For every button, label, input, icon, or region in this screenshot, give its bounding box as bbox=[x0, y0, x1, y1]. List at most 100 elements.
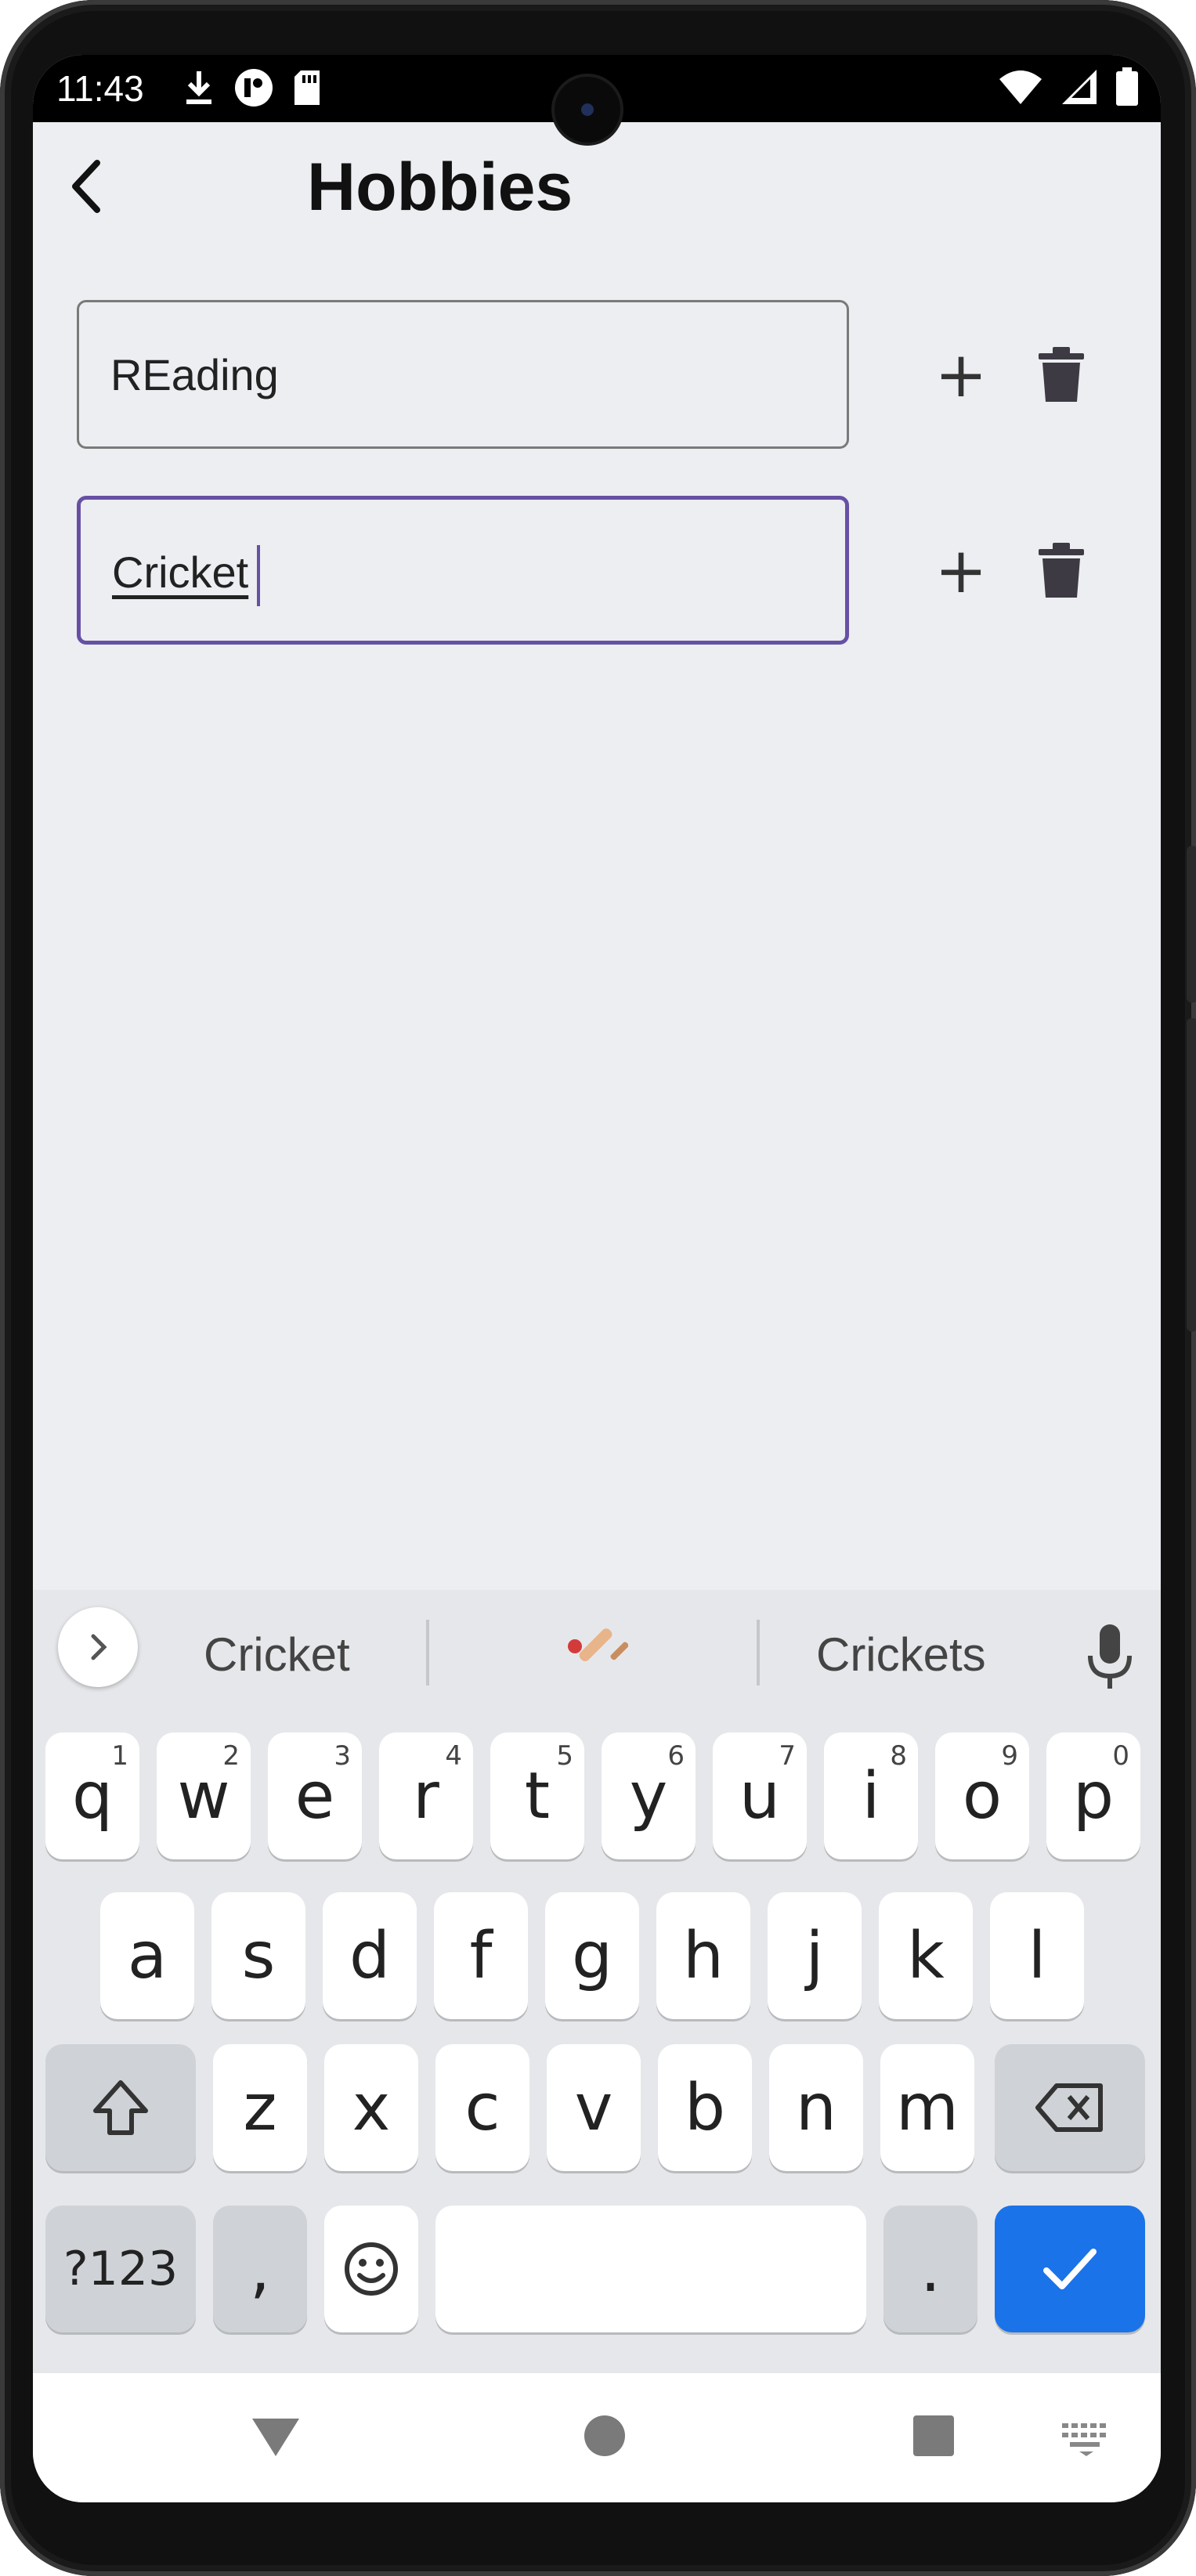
key-x[interactable]: x bbox=[324, 2044, 418, 2171]
key-label: u bbox=[739, 1758, 780, 1834]
key-hint: 0 bbox=[1112, 1740, 1129, 1772]
key-p[interactable]: p0 bbox=[1046, 1732, 1140, 1859]
key-label: x bbox=[352, 2070, 391, 2145]
key-label: e bbox=[294, 1758, 335, 1834]
nav-back-button[interactable] bbox=[244, 2404, 307, 2467]
back-button[interactable] bbox=[56, 155, 119, 218]
key-v[interactable]: v bbox=[547, 2044, 641, 2171]
suggestion-divider bbox=[426, 1620, 429, 1685]
key-o[interactable]: o9 bbox=[935, 1732, 1029, 1859]
key-hint: 2 bbox=[222, 1740, 240, 1772]
key-label: h bbox=[683, 1918, 724, 1993]
key-label: s bbox=[241, 1918, 276, 1993]
space-key[interactable] bbox=[435, 2206, 866, 2332]
status-time: 11:43 bbox=[56, 68, 144, 109]
power-button bbox=[1187, 846, 1196, 1003]
key-label: z bbox=[243, 2070, 277, 2145]
key-c[interactable]: c bbox=[435, 2044, 529, 2171]
key-n[interactable]: n bbox=[769, 2044, 863, 2171]
app-notification-icon bbox=[235, 69, 273, 107]
key-label: m bbox=[896, 2070, 959, 2145]
key-label: q bbox=[71, 1758, 114, 1834]
hobby-field-1[interactable]: REading bbox=[77, 300, 849, 449]
page-title: Hobbies bbox=[307, 150, 573, 225]
key-r[interactable]: r4 bbox=[379, 1732, 473, 1859]
suggestion-1[interactable]: Cricket bbox=[204, 1628, 350, 1682]
key-u[interactable]: u7 bbox=[713, 1732, 807, 1859]
add-hobby-button-2[interactable]: + bbox=[926, 536, 996, 606]
key-a[interactable]: a bbox=[100, 1892, 194, 2019]
nav-home-circle-icon bbox=[584, 2415, 625, 2456]
key-label: p bbox=[1072, 1758, 1115, 1834]
key-b[interactable]: b bbox=[658, 2044, 752, 2171]
key-y[interactable]: y6 bbox=[602, 1732, 696, 1859]
key-z[interactable]: z bbox=[213, 2044, 307, 2171]
front-camera bbox=[555, 77, 620, 143]
key-s[interactable]: s bbox=[211, 1892, 305, 2019]
nav-back-triangle-icon bbox=[252, 2419, 299, 2456]
key-label: t bbox=[524, 1758, 551, 1834]
plus-icon: + bbox=[934, 338, 988, 411]
key-hint: 6 bbox=[667, 1740, 685, 1772]
key-t[interactable]: t5 bbox=[490, 1732, 584, 1859]
key-l[interactable]: l bbox=[990, 1892, 1084, 2019]
key-i[interactable]: i8 bbox=[824, 1732, 918, 1859]
key-hint: 7 bbox=[779, 1740, 796, 1772]
navigation-bar bbox=[33, 2373, 1161, 2502]
nav-recents-button[interactable] bbox=[902, 2404, 965, 2467]
symbols-key[interactable]: ?123 bbox=[45, 2206, 196, 2332]
nav-home-button[interactable] bbox=[573, 2404, 636, 2467]
key-label: i bbox=[862, 1758, 880, 1834]
key-w[interactable]: w2 bbox=[157, 1732, 251, 1859]
hobby-field-1-text: REading bbox=[110, 350, 279, 399]
key-label: b bbox=[684, 2070, 726, 2145]
key-hint: 3 bbox=[334, 1740, 351, 1772]
delete-hobby-button-2[interactable] bbox=[1026, 536, 1097, 606]
key-g[interactable]: g bbox=[545, 1892, 639, 2019]
comma-key[interactable]: , bbox=[213, 2206, 307, 2332]
key-hint: 4 bbox=[445, 1740, 462, 1772]
key-label: j bbox=[805, 1918, 824, 1993]
key-label: n bbox=[796, 2070, 836, 2145]
key-label: o bbox=[962, 1758, 1003, 1834]
period-key[interactable]: . bbox=[883, 2206, 977, 2332]
chevron-right-icon bbox=[91, 1634, 107, 1660]
backspace-icon bbox=[1035, 2083, 1103, 2132]
done-key[interactable] bbox=[995, 2206, 1145, 2332]
key-e[interactable]: e3 bbox=[268, 1732, 362, 1859]
key-k[interactable]: k bbox=[879, 1892, 973, 2019]
download-icon bbox=[186, 71, 211, 104]
key-label: r bbox=[413, 1758, 439, 1834]
key-j[interactable]: j bbox=[768, 1892, 862, 2019]
backspace-key[interactable] bbox=[995, 2044, 1145, 2171]
phone-frame: 11:43 Hobbies REading + Cricket + Cricke… bbox=[0, 0, 1196, 2576]
key-label: l bbox=[1028, 1918, 1046, 1993]
key-q[interactable]: q1 bbox=[45, 1732, 139, 1859]
soft-keyboard: Cricket Crickets ?123 , . q 1 w 2 e 3 r … bbox=[33, 1590, 1161, 2373]
key-f[interactable]: f bbox=[434, 1892, 528, 2019]
microphone-icon bbox=[1088, 1624, 1132, 1689]
keyboard-switch-button[interactable] bbox=[1059, 2412, 1114, 2459]
delete-hobby-button-1[interactable] bbox=[1026, 340, 1097, 410]
key-m[interactable]: m bbox=[880, 2044, 974, 2171]
key-label: v bbox=[574, 2070, 613, 2145]
suggestion-2[interactable]: Crickets bbox=[816, 1628, 986, 1682]
suggestion-emoji[interactable] bbox=[558, 1621, 629, 1692]
add-hobby-button-1[interactable]: + bbox=[926, 340, 996, 410]
key-label: k bbox=[907, 1918, 945, 1993]
key-h[interactable]: h bbox=[656, 1892, 750, 2019]
smiley-icon bbox=[345, 2242, 398, 2296]
screen: 11:43 Hobbies REading + Cricket + Cricke… bbox=[33, 55, 1161, 2502]
key-d[interactable]: d bbox=[323, 1892, 417, 2019]
expand-toolbar-button[interactable] bbox=[58, 1607, 138, 1687]
wifi-icon bbox=[999, 70, 1042, 104]
volume-button bbox=[1187, 1018, 1196, 1331]
back-arrow-icon bbox=[72, 160, 100, 213]
suggestion-divider bbox=[757, 1620, 760, 1685]
voice-input-button[interactable] bbox=[1082, 1621, 1137, 1692]
suggestion-bar: Cricket Crickets bbox=[33, 1590, 1161, 1723]
shift-key[interactable] bbox=[45, 2044, 196, 2171]
emoji-key[interactable] bbox=[324, 2206, 418, 2332]
key-label: y bbox=[629, 1758, 668, 1834]
hobby-field-2[interactable]: Cricket bbox=[77, 496, 849, 645]
